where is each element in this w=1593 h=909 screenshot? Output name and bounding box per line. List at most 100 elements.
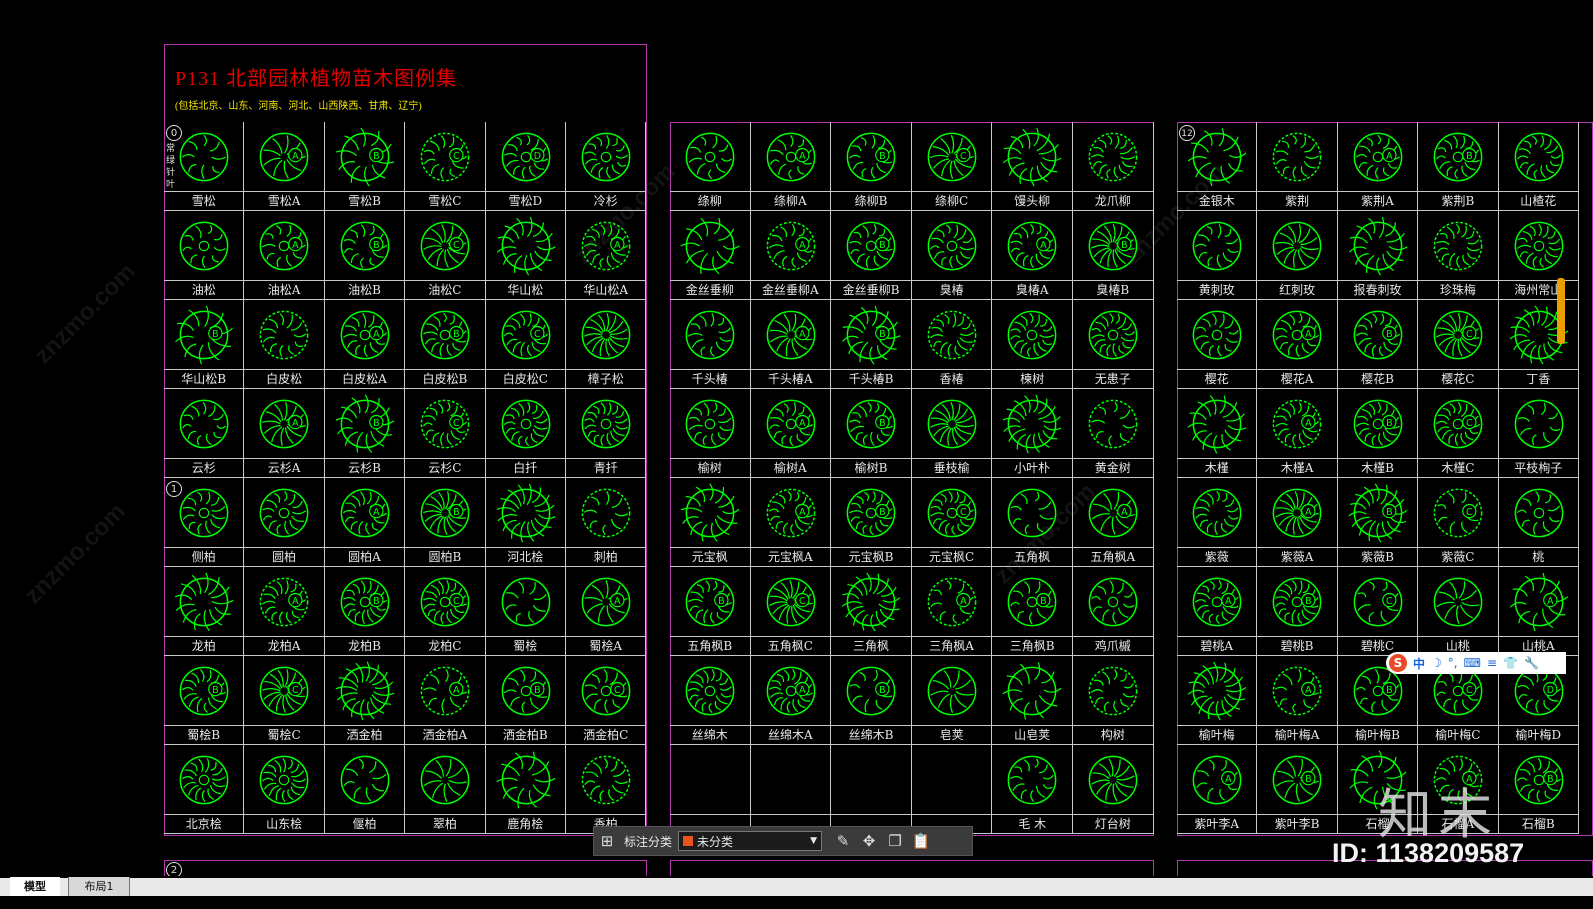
symbol-cell: 山皂荚 <box>992 656 1073 745</box>
svg-text:A: A <box>960 596 967 607</box>
tree-plan-symbol-icon <box>260 755 309 805</box>
ime-logo-icon[interactable]: S <box>1389 654 1407 672</box>
cell-divider <box>831 280 911 281</box>
cell-divider <box>911 636 992 637</box>
symbol-cell: A 雪松A <box>244 122 325 211</box>
symbol-cell: 青扦 <box>566 389 647 478</box>
symbol-cell: C 樱花C <box>1418 300 1499 389</box>
ime-punctuation-icon[interactable]: °, <box>1448 656 1458 670</box>
copy-icon[interactable]: ❐ <box>882 828 908 854</box>
tab-layout-1[interactable]: 布局1 <box>68 877 130 896</box>
cell-divider <box>992 280 1072 281</box>
ime-settings-icon[interactable]: 🔧 <box>1524 656 1539 670</box>
tree-plan-symbol-icon <box>1273 221 1322 271</box>
symbol-label: 龙柏A <box>267 639 301 653</box>
symbol-label: 樟子松 <box>587 372 624 386</box>
symbol-label: 雪松A <box>267 194 301 208</box>
cell-divider <box>831 725 911 726</box>
symbol-label: 灯台树 <box>1094 817 1131 831</box>
grid-icon[interactable]: ⊞ <box>594 828 620 854</box>
symbol-cell: 构树 <box>1073 656 1154 745</box>
tree-plan-symbol-icon <box>1433 577 1483 627</box>
symbol-cell: B 木槿B <box>1337 389 1419 478</box>
cell-divider <box>164 814 244 815</box>
symbol-cell: 北京桧 <box>164 745 245 834</box>
symbol-cell: 金银木 <box>1177 122 1258 211</box>
symbol-cell: 樱花 <box>1177 300 1258 389</box>
move-icon[interactable]: ✥ <box>856 828 882 854</box>
ime-moon-icon[interactable]: ☽ <box>1431 656 1442 670</box>
symbol-label: 桃 <box>1532 550 1545 564</box>
tree-plan-symbol-icon: B <box>340 221 390 271</box>
symbol-label: 樱花A <box>1280 372 1314 386</box>
cell-divider <box>485 636 565 637</box>
cell-divider <box>1177 814 1257 815</box>
symbol-label: 五角枫B <box>687 639 733 653</box>
ime-menu-icon[interactable]: ≡ <box>1487 656 1497 670</box>
cell-divider <box>405 725 485 726</box>
cad-model-space[interactable]: P131 北部园林植物苗木图例集 (包括北京、山东、河南、河北、山西陕西、甘肃、… <box>0 0 1593 909</box>
cell-divider <box>750 725 831 726</box>
symbol-label: 蜀桧 <box>513 639 538 653</box>
symbol-cell: B 圆柏B <box>405 478 486 567</box>
svg-text:C: C <box>453 418 460 429</box>
symbol-label: 平枝栒子 <box>1514 461 1563 475</box>
tree-plan-symbol-icon <box>751 746 831 814</box>
symbol-cell: 木槿 <box>1177 389 1258 478</box>
symbol-cell: A 三角枫A <box>911 567 993 656</box>
svg-text:A: A <box>1305 329 1312 340</box>
symbol-label: 元宝枫 <box>691 550 728 564</box>
tree-plan-symbol-icon <box>1433 221 1483 271</box>
cell-divider <box>670 636 750 637</box>
cell-divider <box>1498 636 1578 637</box>
symbol-cell: B 三角枫B <box>992 567 1073 656</box>
ime-language-toggle[interactable]: 中 <box>1413 655 1425 672</box>
tree-plan-symbol-icon <box>1514 221 1563 271</box>
symbol-label: 金丝垂柳B <box>842 283 900 297</box>
symbol-label: 洒金柏B <box>502 728 548 742</box>
cell-divider <box>244 280 324 281</box>
cell-divider <box>670 458 750 459</box>
symbol-cell: 报春刺玫 <box>1337 211 1419 300</box>
ime-keyboard-icon[interactable]: ⌨ <box>1464 656 1481 670</box>
cell-divider <box>324 547 405 548</box>
symbol-label: 樱花B <box>1361 372 1394 386</box>
symbol-cell: C 云杉C <box>405 389 486 478</box>
tree-plan-symbol-icon <box>1088 666 1138 716</box>
tree-plan-symbol-icon: A <box>766 310 815 360</box>
vertical-scroll-indicator[interactable] <box>1557 278 1565 344</box>
svg-text:C: C <box>292 685 299 696</box>
paste-icon[interactable]: 📋 <box>908 828 934 854</box>
tree-plan-symbol-icon: B <box>685 577 735 627</box>
cell-divider <box>1337 280 1418 281</box>
symbol-cell: A 蜀桧A <box>566 567 647 656</box>
symbol-cell: 黄刺玫 <box>1177 211 1258 300</box>
tab-model[interactable]: 模型 <box>10 877 60 896</box>
tree-plan-symbol-icon <box>670 746 750 814</box>
cell-divider <box>244 636 324 637</box>
symbol-cell: 榆树 <box>670 389 751 478</box>
symbol-label: 翠柏 <box>432 817 457 831</box>
svg-text:B: B <box>373 596 379 607</box>
ime-toolbar[interactable]: S 中 ☽ °, ⌨ ≡ 👕 🔧 <box>1386 652 1566 674</box>
tree-plan-symbol-icon <box>1003 394 1062 454</box>
symbol-cell: 油松 <box>164 211 245 300</box>
symbol-label: 丁香 <box>1526 372 1551 386</box>
edit-icon[interactable]: ✎ <box>830 828 856 854</box>
tree-plan-symbol-icon: B <box>340 577 390 627</box>
tree-plan-symbol-icon: C <box>420 221 470 271</box>
cell-divider <box>1418 280 1498 281</box>
svg-text:B: B <box>1547 774 1553 785</box>
symbol-label: 榆叶梅B <box>1355 728 1400 742</box>
cell-divider <box>1177 725 1257 726</box>
symbol-cell: 雪松 <box>164 122 245 211</box>
ime-skin-icon[interactable]: 👕 <box>1503 656 1518 670</box>
cell-divider <box>1177 191 1257 192</box>
symbol-label: 河北桧 <box>507 550 544 564</box>
annotation-category-dropdown[interactable]: 未分类 ▼ <box>678 831 823 851</box>
symbol-cell: 海州常山 <box>1498 211 1579 300</box>
cell-divider <box>405 547 485 548</box>
tree-plan-symbol-icon <box>1008 488 1057 538</box>
tree-plan-symbol-icon <box>496 483 555 543</box>
tree-plan-symbol-icon: B <box>1353 310 1403 360</box>
